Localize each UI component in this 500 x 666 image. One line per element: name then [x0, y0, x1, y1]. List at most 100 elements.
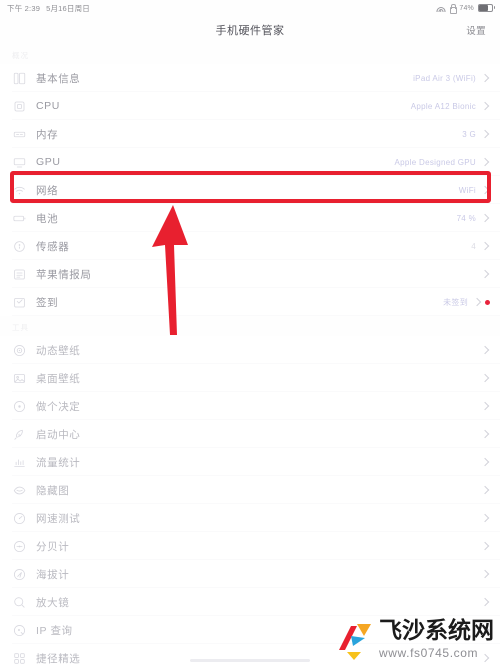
list-item-传感器[interactable]: 传感器 4 [0, 232, 500, 260]
list-item-label: 内存 [36, 128, 59, 141]
list-item-桌面壁纸[interactable]: 桌面壁纸 [0, 364, 500, 392]
ip-lookup-icon [12, 623, 27, 638]
list-item-value: WiFi [458, 185, 476, 195]
chevron-right-icon [481, 374, 490, 383]
chevron-right-icon [481, 74, 490, 83]
list-item-流量统计[interactable]: 流量统计 [0, 448, 500, 476]
page-title: 手机硬件管家 [215, 25, 285, 37]
chevron-right-icon [481, 270, 490, 279]
section-header: 概况 [12, 51, 29, 60]
list-item-label: 捷径精选 [36, 652, 81, 665]
list-item-label: 网络 [36, 184, 59, 197]
chevron-right-icon [481, 542, 490, 551]
list-item-label: IP 查询 [36, 624, 73, 637]
list-item-value: 3 G [462, 129, 476, 139]
list-item-label: 苹果情报局 [36, 268, 92, 281]
list-item-GPU[interactable]: GPU Apple Designed GPU [0, 148, 500, 176]
chevron-right-icon [481, 214, 490, 223]
shortcuts-icon [12, 651, 27, 666]
chevron-right-icon [473, 298, 482, 307]
status-bar: 下午 2:39 5月16日周日 74% [0, 0, 500, 16]
live-wallpaper-icon [12, 343, 27, 358]
cpu-icon [12, 99, 27, 114]
rotation-lock-icon [449, 4, 457, 14]
list-item-label: 放大镜 [36, 596, 70, 609]
status-bar-right: 74% [436, 4, 496, 14]
list-item-label: CPU [36, 100, 60, 112]
watermark: 飞沙系统网 www.fs0745.com [337, 620, 494, 660]
list-item-label: 分贝计 [36, 540, 70, 553]
list-item-电池[interactable]: 电池 74 % [0, 204, 500, 232]
magnifier-icon [12, 595, 27, 610]
list-item-value: Apple Designed GPU [394, 157, 476, 167]
battery-percent-label: 74% [459, 4, 474, 12]
list-item-动态壁纸[interactable]: 动态壁纸 [0, 336, 500, 364]
nav-bar: 手机硬件管家 设置 [0, 16, 500, 44]
watermark-site-name: 飞沙系统网 [379, 618, 494, 644]
list-item-label: 流量统计 [36, 456, 81, 469]
chevron-right-icon [481, 458, 490, 467]
chevron-right-icon [481, 430, 490, 439]
list-item-value: 未签到 [443, 297, 468, 307]
hidden-image-icon [12, 483, 27, 498]
chevron-right-icon [481, 598, 490, 607]
list-item-网络[interactable]: 网络 WiFi [0, 176, 500, 204]
watermark-text: 飞沙系统网 www.fs0745.com [379, 618, 494, 661]
status-badge [485, 299, 490, 305]
news-icon [12, 267, 27, 282]
watermark-site-url: www.fs0745.com [379, 646, 479, 660]
list-item-内存[interactable]: 内存 3 G [0, 120, 500, 148]
list-item-value: iPad Air 3 (WiFi) [413, 73, 476, 83]
status-bar-left: 下午 2:39 5月16日周日 [7, 3, 90, 14]
list-item-label: 传感器 [36, 240, 70, 253]
list-item-label: 基本信息 [36, 72, 81, 85]
chevron-right-icon [481, 158, 490, 167]
list-item-label: 网速测试 [36, 512, 81, 525]
checkin-icon [12, 295, 27, 310]
list-item-签到[interactable]: 签到 未签到 [0, 288, 500, 316]
chevron-right-icon [481, 186, 490, 195]
list-item-label: 桌面壁纸 [36, 372, 81, 385]
list-item-value: Apple A12 Bionic [410, 101, 476, 111]
decide-icon [12, 399, 27, 414]
list-item-苹果情报局[interactable]: 苹果情报局 [0, 260, 500, 288]
decibel-icon [12, 539, 27, 554]
list-item-网速测试[interactable]: 网速测试 [0, 504, 500, 532]
home-indicator [190, 659, 310, 662]
chevron-right-icon [481, 102, 490, 111]
chevron-right-icon [481, 570, 490, 579]
list-item-海拔计[interactable]: 海拔计 [0, 560, 500, 588]
rocket-icon [12, 427, 27, 442]
list-item-分贝计[interactable]: 分贝计 [0, 532, 500, 560]
app-root: 下午 2:39 5月16日周日 74% 手机硬件管家 设置 概况基本信息 iPad… [0, 0, 500, 666]
list-item-label: 隐藏图 [36, 484, 70, 497]
device-icon [12, 71, 27, 86]
list-item-CPU[interactable]: CPU Apple A12 Bionic [0, 92, 500, 120]
list-item-label: 动态壁纸 [36, 344, 81, 357]
chart-icon [12, 455, 27, 470]
status-time: 下午 2:39 [7, 3, 41, 13]
chevron-right-icon [481, 486, 490, 495]
list-item-value: 74 % [456, 213, 476, 223]
list-item-做个决定[interactable]: 做个决定 [0, 392, 500, 420]
list-item-label: 启动中心 [36, 428, 81, 441]
list-item-基本信息[interactable]: 基本信息 iPad Air 3 (WiFi) [0, 64, 500, 92]
list-item-放大镜[interactable]: 放大镜 [0, 588, 500, 616]
list-item-label: 海拔计 [36, 568, 70, 581]
status-date: 5月16日周日 [46, 3, 91, 13]
list-item-隐藏图[interactable]: 隐藏图 [0, 476, 500, 504]
chevron-right-icon [481, 346, 490, 355]
list-item-label: 电池 [36, 212, 59, 225]
list-item-label: 做个决定 [36, 400, 81, 413]
sensor-icon [12, 239, 27, 254]
battery-icon [12, 211, 27, 226]
gpu-icon [12, 155, 27, 170]
wallpaper-icon [12, 371, 27, 386]
chevron-right-icon [481, 514, 490, 523]
list-item-启动中心[interactable]: 启动中心 [0, 420, 500, 448]
section-header: 工具 [12, 323, 29, 332]
battery-icon [478, 4, 496, 12]
altimeter-icon [12, 567, 27, 582]
memory-icon [12, 127, 27, 142]
list-item-label: GPU [36, 156, 61, 168]
